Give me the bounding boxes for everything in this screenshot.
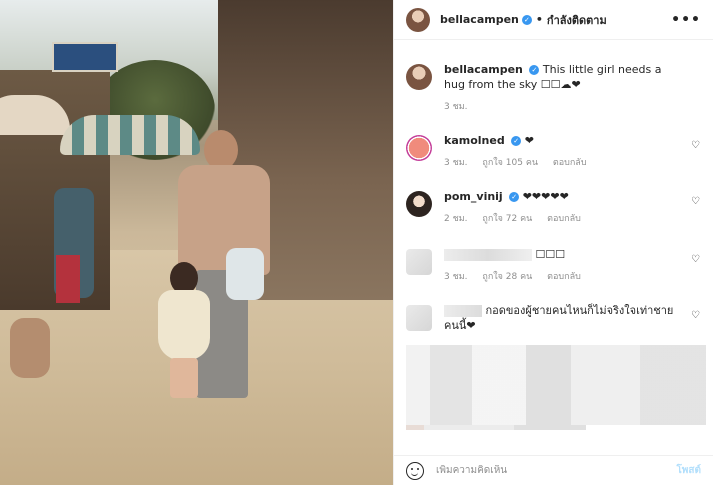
comment-avatar[interactable] xyxy=(406,135,432,161)
comment-meta: 2 ชม. ถูกใจ 72 คน ตอบกลับ xyxy=(444,212,683,227)
post-header: bellacampen ✓ • กำลังติดตาม ••• xyxy=(394,0,713,40)
add-comment-bar: โพสต์ xyxy=(394,455,713,485)
reply-button[interactable]: ตอบกลับ xyxy=(547,272,581,282)
post-photo[interactable] xyxy=(0,0,393,485)
comment-likes[interactable]: ถูกใจ 28 คน xyxy=(482,272,532,282)
blurred-comments-region xyxy=(406,345,706,425)
separator-dot: • xyxy=(535,13,543,26)
verified-badge-icon: ✓ xyxy=(511,136,522,146)
comment-text: ☐☐☐ xyxy=(535,248,566,261)
instagram-post-view: bellacampen ✓ • กำลังติดตาม ••• bellacam… xyxy=(0,0,713,485)
photo-person-legs xyxy=(56,255,80,303)
emoji-smile-icon[interactable] xyxy=(406,461,424,480)
like-heart-icon[interactable]: ♡ xyxy=(691,311,701,321)
comment-meta: 3 ชม. ถูกใจ 28 คน ตอบกลับ xyxy=(444,270,683,285)
following-button[interactable]: กำลังติดตาม xyxy=(547,11,607,29)
avatar[interactable] xyxy=(406,7,430,32)
reply-button[interactable]: ตอบกลับ xyxy=(547,214,581,224)
blurred-username xyxy=(444,249,532,261)
more-options-icon[interactable]: ••• xyxy=(671,12,701,28)
post-comment-button[interactable]: โพสต์ xyxy=(676,463,701,478)
like-heart-icon[interactable]: ♡ xyxy=(691,141,701,151)
photo-bag xyxy=(226,248,264,300)
comment-likes[interactable]: ถูกใจ 105 คน xyxy=(482,158,538,168)
comment-username[interactable]: pom_vinij xyxy=(444,190,503,203)
comment-time[interactable]: 3 ชม. xyxy=(444,158,468,168)
comment-avatar[interactable] xyxy=(406,191,432,217)
comment-username[interactable]: kamolned xyxy=(444,134,505,147)
caption-avatar[interactable] xyxy=(406,64,432,90)
username[interactable]: bellacampen xyxy=(440,13,519,26)
caption-username[interactable]: bellacampen xyxy=(444,63,523,76)
caption-time[interactable]: 3 ชม. xyxy=(444,102,468,112)
comments-list[interactable]: bellacampen ✓ This little girl needs a h… xyxy=(394,40,713,430)
photo-child-left xyxy=(10,318,50,378)
like-heart-icon[interactable]: ♡ xyxy=(691,197,701,207)
comment-input[interactable] xyxy=(436,465,677,476)
comment-time[interactable]: 2 ชม. xyxy=(444,214,468,224)
comment-time[interactable]: 3 ชม. xyxy=(444,272,468,282)
comment-text: ❤❤❤❤❤ xyxy=(522,190,569,203)
comment-item: pom_vinij ✓ ❤❤❤❤❤ 2 ชม. ถูกใจ 72 คน ตอบก… xyxy=(406,189,701,227)
like-heart-icon[interactable]: ♡ xyxy=(691,255,701,265)
verified-badge-icon: ✓ xyxy=(521,14,532,25)
comment-meta: 3 ชม. ถูกใจ 105 คน ตอบกลับ xyxy=(444,156,683,171)
photo-sign xyxy=(52,42,118,72)
comment-text: ❤ xyxy=(524,134,534,147)
blurred-avatar[interactable] xyxy=(406,249,432,275)
comment-likes[interactable]: ถูกใจ 72 คน xyxy=(482,214,532,224)
reply-button[interactable]: ตอบกลับ xyxy=(553,158,587,168)
verified-badge-icon: ✓ xyxy=(509,192,520,202)
caption-meta: 3 ชม. xyxy=(444,100,683,115)
verified-badge-icon: ✓ xyxy=(529,65,540,75)
photo-girl xyxy=(156,262,214,402)
blurred-avatar[interactable] xyxy=(406,305,432,331)
post-side-panel: bellacampen ✓ • กำลังติดตาม ••• bellacam… xyxy=(393,0,713,485)
comment-item: ☐☐☐ 3 ชม. ถูกใจ 28 คน ตอบกลับ ♡ xyxy=(406,247,701,285)
comment-item: kamolned ✓ ❤ 3 ชม. ถูกใจ 105 คน ตอบกลับ … xyxy=(406,133,701,171)
caption: bellacampen ✓ This little girl needs a h… xyxy=(406,62,701,115)
blurred-comments-region-2 xyxy=(406,425,586,430)
comment-item: กอดของผู้ชายคนไหนก็ไม่จริงใจเท่าชายคนนี้… xyxy=(406,303,701,333)
blurred-username xyxy=(444,305,482,317)
